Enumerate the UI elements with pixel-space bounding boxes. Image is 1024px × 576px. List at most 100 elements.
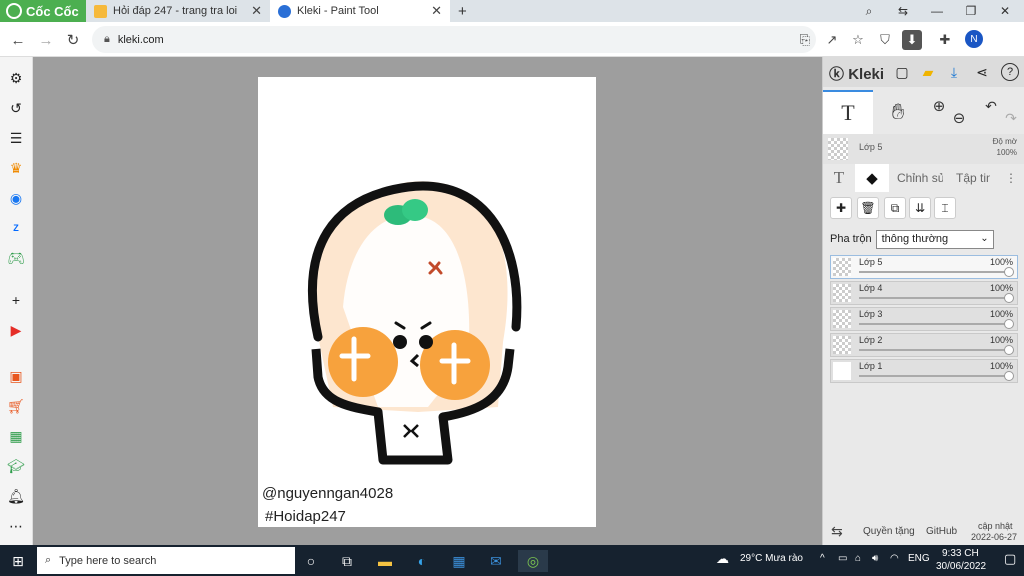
language-indicator[interactable]: ENG bbox=[908, 553, 930, 564]
help-icon[interactable]: ? bbox=[1001, 63, 1019, 81]
save-download-icon[interactable]: ⤓ bbox=[945, 63, 963, 81]
layer-opacity-slider[interactable] bbox=[859, 271, 1009, 273]
text-tool-button[interactable]: T bbox=[823, 90, 873, 134]
forward-icon[interactable]: → bbox=[36, 30, 56, 50]
add-layer-button[interactable]: ✚ bbox=[830, 197, 852, 219]
layer-opacity-slider[interactable] bbox=[859, 349, 1009, 351]
tab-layers-icon[interactable]: ◆ bbox=[855, 164, 889, 192]
shopping-icon[interactable]: ▣ bbox=[7, 367, 25, 385]
close-tab-icon[interactable]: ✕ bbox=[251, 3, 262, 19]
reload-icon[interactable]: ↻ bbox=[63, 30, 83, 50]
network-icon[interactable]: ⌂ bbox=[855, 553, 861, 564]
download-icon[interactable]: ⬇ bbox=[902, 30, 922, 50]
battery-icon[interactable]: ▭ bbox=[838, 553, 847, 564]
more-menu-icon[interactable]: ⋮ bbox=[1001, 164, 1021, 192]
clock-time[interactable]: 9:33 CH bbox=[942, 548, 979, 559]
coccoc-brand-button[interactable]: Cốc Cốc bbox=[0, 0, 86, 22]
extensions-icon[interactable]: ✚ bbox=[935, 30, 955, 50]
url-input[interactable]: 🔒︎ kleki.com bbox=[92, 26, 816, 53]
new-tab-button[interactable]: + bbox=[450, 0, 472, 22]
history-icon[interactable]: ↺ bbox=[7, 99, 25, 117]
notification-bell-icon[interactable]: 🔔︎ bbox=[7, 487, 25, 505]
layer-item[interactable]: Lớp 3 100% bbox=[830, 307, 1018, 331]
back-forward-icon[interactable]: ⇆ bbox=[886, 0, 920, 22]
tab-hoidap[interactable]: Hỏi đáp 247 - trang tra loi ✕ bbox=[86, 0, 270, 22]
layer-opacity-slider[interactable] bbox=[859, 375, 1009, 377]
layer-opacity-handle[interactable] bbox=[1004, 345, 1014, 355]
duplicate-layer-button[interactable]: ⧉ bbox=[884, 197, 906, 219]
layer-item[interactable]: Lớp 1 100% bbox=[830, 359, 1018, 383]
github-link[interactable]: GitHub bbox=[926, 526, 957, 537]
spreadsheet-icon[interactable]: ▦ bbox=[7, 427, 25, 445]
update-label: cập nhật bbox=[978, 521, 1013, 531]
minimize-icon[interactable]: — bbox=[920, 0, 954, 22]
canvas-workspace[interactable]: @nguyenngan4028 #Hoidap247 bbox=[33, 57, 822, 545]
delete-layer-button[interactable]: 🗑︎ bbox=[857, 197, 879, 219]
shield-icon[interactable]: ⛉ bbox=[875, 30, 895, 50]
coccoc-taskbar-icon[interactable]: ◎ bbox=[518, 550, 548, 572]
reading-list-icon[interactable]: ☰ bbox=[7, 129, 25, 147]
translate-icon[interactable]: ⎘ bbox=[795, 30, 815, 50]
layer-opacity-slider[interactable] bbox=[859, 297, 1009, 299]
youtube-icon[interactable]: ▶ bbox=[7, 321, 25, 339]
graduation-icon[interactable]: 🎓︎ bbox=[7, 457, 25, 475]
messenger-icon[interactable]: ◉ bbox=[7, 189, 25, 207]
edge-icon[interactable]: ◐ bbox=[411, 550, 433, 572]
search-placeholder: Type here to search bbox=[59, 554, 157, 567]
tray-chevron-icon[interactable]: ^ bbox=[820, 553, 825, 564]
open-folder-icon[interactable]: ▰ bbox=[919, 63, 937, 81]
taskbar-search-input[interactable]: ⌕ Type here to search bbox=[37, 547, 295, 574]
share-icon[interactable]: ↗ bbox=[822, 30, 842, 50]
tab-search-icon[interactable]: ⌕ bbox=[852, 0, 886, 22]
crown-icon[interactable]: ♛ bbox=[7, 159, 25, 177]
layer-item[interactable]: Lớp 2 100% bbox=[830, 333, 1018, 357]
close-tab-icon[interactable]: ✕ bbox=[431, 3, 442, 19]
game-controller-icon[interactable]: 🎮︎ bbox=[7, 249, 25, 267]
drawing-canvas[interactable]: @nguyenngan4028 #Hoidap247 bbox=[258, 77, 596, 527]
tab-text-icon[interactable]: T bbox=[823, 164, 855, 192]
tab-file[interactable]: Tập tin bbox=[953, 164, 993, 192]
panel-footer: ⇆ Quyền tặng GitHub cập nhật 2022-06-27 bbox=[823, 517, 1024, 545]
merge-layer-button[interactable]: ⇊ bbox=[909, 197, 931, 219]
store-icon[interactable]: ▦ bbox=[448, 550, 470, 572]
volume-icon[interactable]: 🔊︎ bbox=[872, 553, 878, 564]
layer-opacity-handle[interactable] bbox=[1004, 293, 1014, 303]
swap-icon[interactable]: ⇆ bbox=[831, 523, 843, 540]
tab-edit[interactable]: Chỉnh sửa bbox=[895, 164, 945, 192]
layer-item[interactable]: Lớp 5 100% bbox=[830, 255, 1018, 279]
cortana-icon[interactable]: ○ bbox=[300, 550, 322, 572]
restore-icon[interactable]: ❐ bbox=[954, 0, 988, 22]
privacy-link[interactable]: Quyền tặng bbox=[863, 526, 915, 537]
layer-opacity-handle[interactable] bbox=[1004, 371, 1014, 381]
new-file-icon[interactable]: ▢ bbox=[893, 63, 911, 81]
zalo-icon[interactable]: Z bbox=[7, 219, 25, 237]
layer-opacity-handle[interactable] bbox=[1004, 267, 1014, 277]
notification-icon[interactable]: ▢ bbox=[1004, 551, 1016, 567]
close-window-icon[interactable]: ✕ bbox=[988, 0, 1022, 22]
add-icon[interactable]: + bbox=[7, 291, 25, 309]
kleki-favicon-icon bbox=[278, 4, 291, 18]
undo-icon[interactable]: ↶ bbox=[980, 84, 1002, 128]
share-icon[interactable]: ⋖ bbox=[973, 63, 991, 81]
clock-date[interactable]: 30/06/2022 bbox=[936, 561, 986, 572]
layer-opacity-slider[interactable] bbox=[859, 323, 1009, 325]
mail-icon[interactable]: ✉ bbox=[485, 550, 507, 572]
settings-gear-icon[interactable]: ⚙ bbox=[7, 69, 25, 87]
profile-avatar[interactable]: N bbox=[965, 30, 983, 48]
hand-tool-icon[interactable]: ✋︎ bbox=[883, 90, 913, 134]
cart-icon[interactable]: 🛒︎ bbox=[7, 397, 25, 415]
back-icon[interactable]: ← bbox=[8, 30, 28, 50]
file-explorer-icon[interactable]: ▬ bbox=[374, 550, 396, 572]
tab-kleki[interactable]: Kleki - Paint Tool ✕ bbox=[270, 0, 450, 22]
blend-mode-select[interactable]: thông thường ⌄ bbox=[875, 229, 994, 249]
layer-opacity-handle[interactable] bbox=[1004, 319, 1014, 329]
more-icon[interactable]: ⋯ bbox=[7, 517, 25, 535]
wifi-icon[interactable]: ◠ bbox=[890, 553, 899, 564]
layer-item[interactable]: Lớp 4 100% bbox=[830, 281, 1018, 305]
rename-layer-button[interactable]: ⌶ bbox=[934, 197, 956, 219]
bookmark-star-icon[interactable]: ☆ bbox=[848, 30, 868, 50]
weather-text[interactable]: 29°C Mưa rào bbox=[740, 553, 803, 564]
task-view-icon[interactable]: ⧉ bbox=[336, 550, 358, 572]
windows-start-icon[interactable]: ⊞ bbox=[7, 550, 29, 572]
zoom-in-icon[interactable]: ⊕ bbox=[928, 84, 950, 128]
